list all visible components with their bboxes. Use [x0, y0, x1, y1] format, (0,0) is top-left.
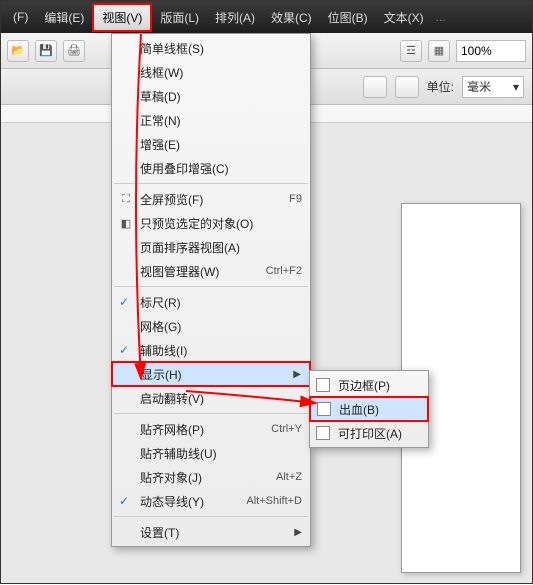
menu-item-grid[interactable]: 网格(G): [112, 314, 310, 338]
menu-separator: [114, 516, 308, 517]
printable-area-icon: [316, 426, 330, 440]
view-menu-dropdown: 简单线框(S) 线框(W) 草稿(D) 正常(N) 增强(E) 使用叠印增强(C…: [111, 33, 311, 547]
check-icon: ✓: [119, 295, 129, 309]
select-icon: ◧: [118, 215, 134, 231]
menu-item-snap-grid[interactable]: 贴齐网格(P)Ctrl+Y: [112, 417, 310, 441]
toolbar-btn-align[interactable]: [363, 76, 387, 98]
menu-item-settings[interactable]: 设置(T)▶: [112, 520, 310, 544]
submenu-item-page-border[interactable]: 页边框(P): [310, 373, 428, 397]
check-icon: ✓: [119, 343, 129, 357]
chevron-down-icon: ▾: [513, 80, 519, 94]
check-icon: ✓: [119, 494, 129, 508]
menu-item-guidelines[interactable]: ✓辅助线(I): [112, 338, 310, 362]
menu-item-snap-guidelines[interactable]: 贴齐辅助线(U): [112, 441, 310, 465]
menu-item-enhanced[interactable]: 增强(E): [112, 132, 310, 156]
menu-item-overprint-enhanced[interactable]: 使用叠印增强(C): [112, 156, 310, 180]
menu-item-snap-objects[interactable]: 贴齐对象(J)Alt+Z: [112, 465, 310, 489]
menu-item-view-manager[interactable]: 视图管理器(W)Ctrl+F2: [112, 259, 310, 283]
menu-item-preview-selected[interactable]: ◧只预览选定的对象(O): [112, 211, 310, 235]
menu-separator: [114, 183, 308, 184]
menu-item-simple-wireframe[interactable]: 简单线框(S): [112, 36, 310, 60]
menu-item-enable-rollover[interactable]: 启动翻转(V): [112, 386, 310, 410]
submenu-arrow-icon: ▶: [293, 369, 301, 380]
bleed-icon: [317, 402, 331, 416]
toolbar-btn-image[interactable]: ▦: [428, 40, 450, 62]
menu-layout[interactable]: 版面(L): [152, 5, 207, 30]
menu-separator: [114, 413, 308, 414]
menu-item-draft[interactable]: 草稿(D): [112, 84, 310, 108]
fullscreen-icon: ⛶: [118, 191, 134, 207]
menu-item-dynamic-guides[interactable]: ✓动态导线(Y)Alt+Shift+D: [112, 489, 310, 513]
submenu-item-printable-area[interactable]: 可打印区(A): [310, 421, 428, 445]
menu-item-fullscreen-preview[interactable]: ⛶全屏预览(F)F9: [112, 187, 310, 211]
menu-item-wireframe[interactable]: 线框(W): [112, 60, 310, 84]
unit-label: 单位:: [427, 78, 454, 95]
toolbar-btn-open[interactable]: 📂: [7, 40, 29, 62]
menu-text[interactable]: 文本(X): [376, 5, 432, 30]
menu-item-rulers[interactable]: ✓标尺(R): [112, 290, 310, 314]
menu-item-show[interactable]: 显示(H)▶: [112, 362, 310, 386]
unit-select[interactable]: 毫米 ▾: [462, 76, 524, 98]
menu-item-normal[interactable]: 正常(N): [112, 108, 310, 132]
toolbar-btn-print[interactable]: 🖨: [63, 40, 85, 62]
zoom-input[interactable]: 100%: [456, 40, 526, 62]
menu-bar: (F) 编辑(E) 视图(V) 版面(L) 排列(A) 效果(C) 位图(B) …: [1, 1, 532, 33]
show-submenu: 页边框(P) 出血(B) 可打印区(A): [309, 370, 429, 448]
menu-arrange[interactable]: 排列(A): [207, 5, 263, 30]
menu-bitmap[interactable]: 位图(B): [320, 5, 376, 30]
menu-effects[interactable]: 效果(C): [263, 5, 320, 30]
submenu-item-bleed[interactable]: 出血(B): [310, 397, 428, 421]
menu-item-page-sorter[interactable]: 页面排序器视图(A): [112, 235, 310, 259]
submenu-arrow-icon: ▶: [294, 527, 302, 538]
menu-file[interactable]: (F): [5, 6, 36, 28]
page-border-icon: [316, 378, 330, 392]
toolbar-btn-save[interactable]: 💾: [35, 40, 57, 62]
menu-edit[interactable]: 编辑(E): [36, 5, 92, 30]
menu-view[interactable]: 视图(V): [92, 3, 152, 32]
menu-separator: [114, 286, 308, 287]
toolbar-btn-options[interactable]: ☲: [400, 40, 422, 62]
unit-value: 毫米: [467, 78, 491, 95]
menu-overflow[interactable]: ...: [436, 10, 446, 24]
toolbar-btn-dims[interactable]: [395, 76, 419, 98]
